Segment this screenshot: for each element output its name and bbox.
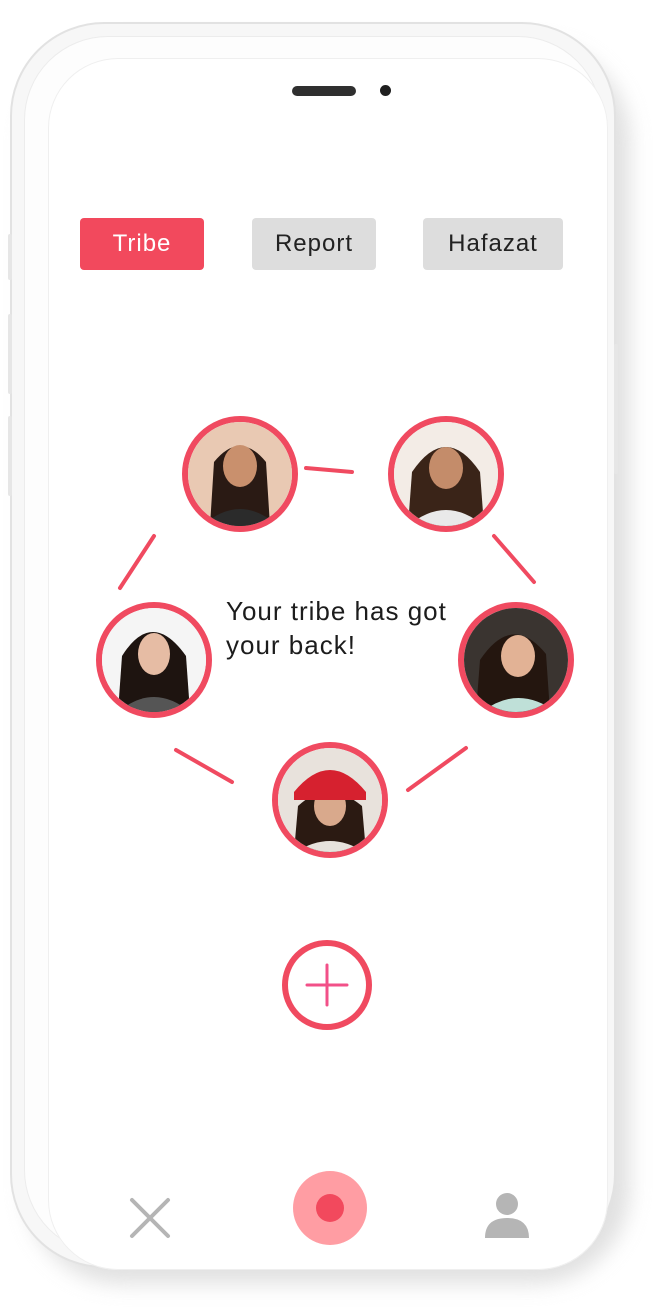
connector-line — [492, 534, 536, 584]
connector-line — [406, 746, 468, 792]
record-button[interactable] — [292, 1170, 368, 1246]
member-avatar-1[interactable] — [182, 416, 298, 532]
member-portrait — [102, 608, 206, 712]
member-portrait — [188, 422, 292, 526]
member-portrait — [394, 422, 498, 526]
close-icon — [130, 1198, 170, 1238]
connector-line — [118, 534, 156, 590]
member-avatar-2[interactable] — [388, 416, 504, 532]
phone-frame: Tribe Report Hafazat Your tribe has got … — [8, 22, 618, 1270]
member-portrait — [464, 608, 568, 712]
add-member-button[interactable] — [282, 940, 372, 1030]
close-button[interactable] — [124, 1192, 176, 1244]
member-portrait — [278, 748, 382, 852]
tribe-tagline: Your tribe has got your back! — [226, 596, 447, 660]
plus-icon — [305, 963, 349, 1007]
member-avatar-5[interactable] — [272, 742, 388, 858]
volume-down-button — [8, 416, 12, 496]
mute-switch — [8, 234, 12, 280]
app-screen: Tribe Report Hafazat Your tribe has got … — [48, 58, 608, 1270]
profile-button[interactable] — [482, 1190, 532, 1240]
member-avatar-3[interactable] — [96, 602, 212, 718]
power-button — [614, 344, 618, 474]
record-icon — [293, 1171, 367, 1245]
member-avatar-4[interactable] — [458, 602, 574, 718]
connector-line — [174, 748, 234, 784]
user-icon — [485, 1193, 529, 1238]
volume-up-button — [8, 314, 12, 394]
connector-line — [304, 466, 354, 474]
